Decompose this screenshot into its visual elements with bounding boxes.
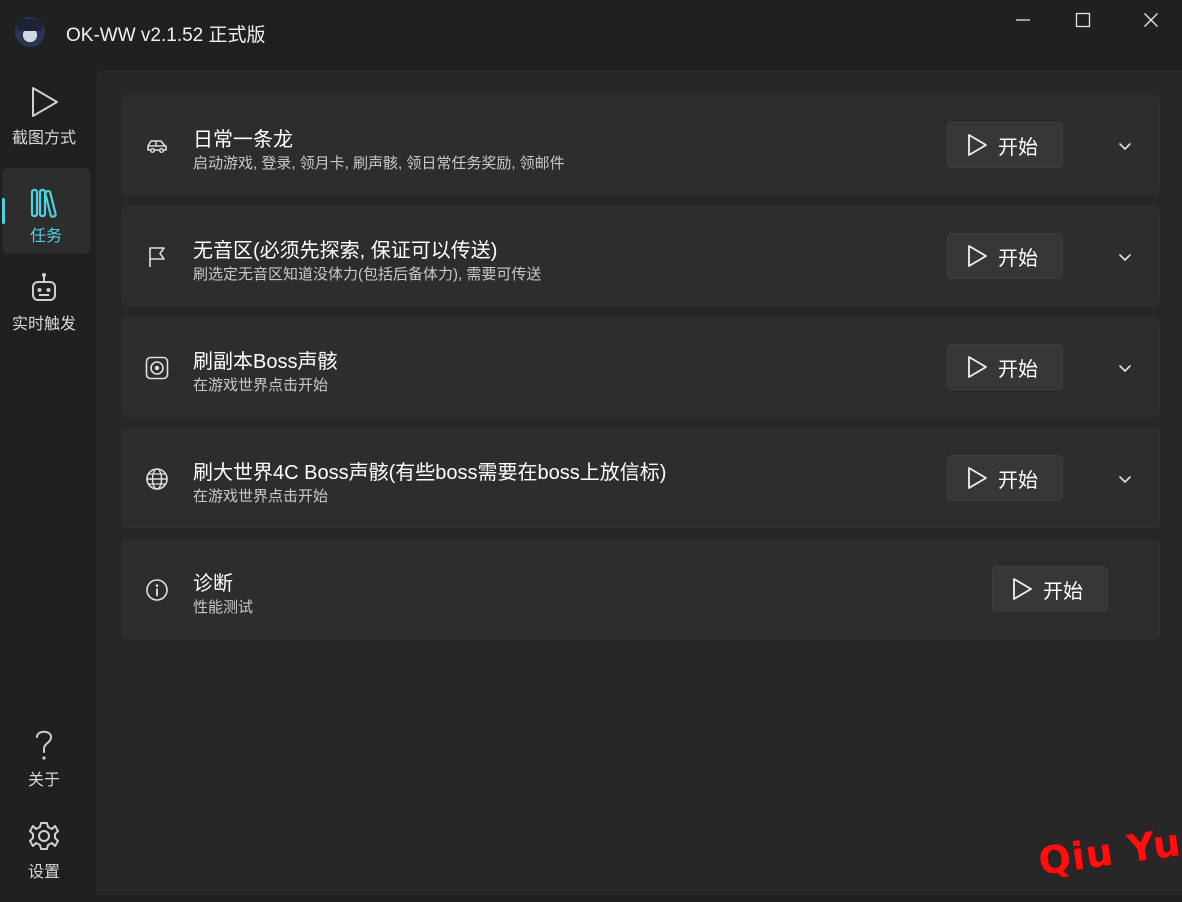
play-icon: [1013, 578, 1032, 600]
question-icon: [36, 730, 53, 760]
maximize-button[interactable]: [1060, 0, 1106, 40]
task-title: 日常一条龙: [193, 129, 293, 151]
task-subtitle: 在游戏世界点击开始: [193, 377, 329, 394]
start-button-label: 开始: [998, 136, 1038, 159]
sidebar-item-about[interactable]: 关于: [0, 724, 88, 810]
start-button[interactable]: 开始: [947, 344, 1063, 390]
task-title: 诊断: [193, 573, 233, 595]
task-subtitle: 刷选定无音区知道没体力(包括后备体力), 需要可传送: [193, 266, 542, 283]
play-icon: [968, 467, 987, 489]
sidebar-item-screenshot-mode[interactable]: 截图方式: [0, 82, 88, 168]
sidebar-item-settings[interactable]: 设置: [0, 816, 88, 902]
sidebar-item-label: 关于: [27, 772, 60, 789]
play-icon: [968, 356, 987, 378]
title-bar: OK-WW v2.1.52 正式版: [0, 0, 1182, 68]
start-button-label: 开始: [998, 358, 1038, 381]
start-button[interactable]: 开始: [947, 122, 1063, 168]
start-button[interactable]: 开始: [992, 566, 1108, 612]
chevron-down-icon[interactable]: [1117, 249, 1133, 265]
minimize-button[interactable]: [1000, 0, 1046, 40]
task-list-panel: 日常一条龙 启动游戏, 登录, 领月卡, 刷声骸, 领日常任务奖励, 领邮件 开…: [96, 70, 1182, 895]
close-button[interactable]: [1128, 0, 1174, 40]
app-logo-icon: [15, 17, 45, 47]
flag-icon: [149, 247, 165, 267]
task-title: 刷大世界4C Boss声骸(有些boss需要在boss上放信标): [193, 462, 667, 484]
robot-icon: [32, 273, 56, 301]
task-card-diagnosis: 诊断 性能测试 开始: [122, 539, 1160, 639]
chevron-down-icon[interactable]: [1117, 138, 1133, 154]
task-card-daily: 日常一条龙 启动游戏, 登录, 领月卡, 刷声骸, 领日常任务奖励, 领邮件 开…: [122, 95, 1160, 195]
task-subtitle: 启动游戏, 登录, 领月卡, 刷声骸, 领日常任务奖励, 领邮件: [193, 155, 565, 172]
start-button[interactable]: 开始: [947, 233, 1063, 279]
task-subtitle: 在游戏世界点击开始: [193, 488, 329, 505]
globe-icon: [146, 468, 168, 490]
play-icon: [968, 245, 987, 267]
sidebar: 截图方式 任务 实时触发 关于 设置: [0, 68, 94, 895]
task-card-silent-zone: 无音区(必须先探索, 保证可以传送) 刷选定无音区知道没体力(包括后备体力), …: [122, 206, 1160, 306]
start-button-label: 开始: [1043, 580, 1083, 603]
target-icon: [145, 356, 169, 380]
chevron-down-icon[interactable]: [1117, 471, 1133, 487]
task-card-world-boss: 刷大世界4C Boss声骸(有些boss需要在boss上放信标) 在游戏世界点击…: [122, 428, 1160, 528]
sidebar-item-label: 任务: [29, 228, 62, 245]
sidebar-item-realtime-trigger[interactable]: 实时触发: [0, 268, 88, 354]
task-subtitle: 性能测试: [193, 599, 254, 616]
task-title: 刷副本Boss声骸: [193, 351, 338, 373]
play-icon: [968, 134, 987, 156]
start-button[interactable]: 开始: [947, 455, 1063, 501]
close-icon: [1144, 13, 1158, 27]
play-icon: [32, 87, 58, 117]
chevron-down-icon[interactable]: [1117, 360, 1133, 376]
info-icon: [146, 579, 168, 601]
gear-icon: [29, 822, 59, 850]
car-icon: [147, 140, 167, 153]
maximize-icon: [1075, 12, 1091, 28]
minimize-icon: [1016, 19, 1030, 21]
start-button-label: 开始: [998, 469, 1038, 492]
window-title: OK-WW v2.1.52 正式版: [66, 25, 266, 46]
sidebar-item-tasks[interactable]: 任务: [2, 168, 90, 254]
library-icon: [30, 188, 57, 218]
task-title: 无音区(必须先探索, 保证可以传送): [193, 240, 498, 262]
sidebar-item-label: 截图方式: [11, 130, 76, 147]
start-button-label: 开始: [998, 247, 1038, 270]
task-card-dungeon-boss: 刷副本Boss声骸 在游戏世界点击开始 开始: [122, 317, 1160, 417]
sidebar-item-label: 实时触发: [11, 316, 76, 333]
sidebar-item-label: 设置: [27, 864, 60, 881]
